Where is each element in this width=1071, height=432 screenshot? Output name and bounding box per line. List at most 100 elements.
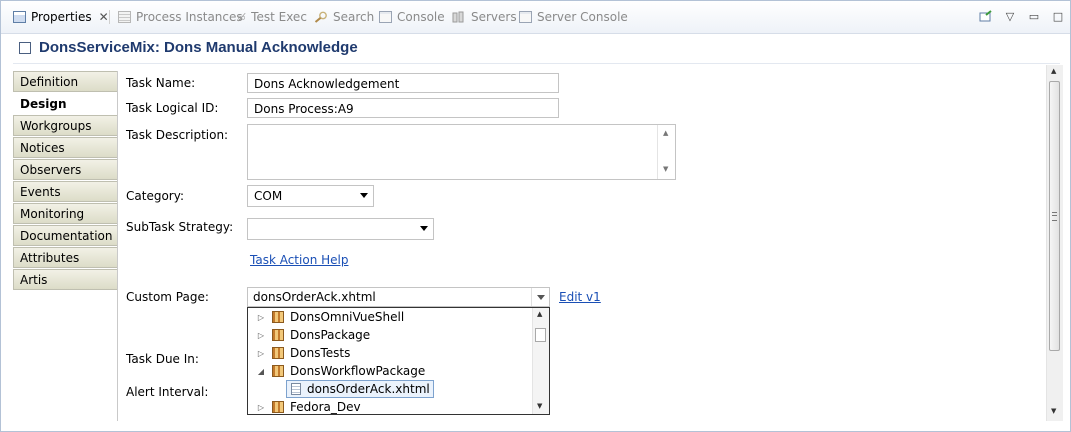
tab-label: Properties: [31, 10, 92, 24]
tab-label: Test Exec: [251, 10, 307, 24]
custom-page-dropdown-button[interactable]: [531, 288, 549, 306]
pin-view-button[interactable]: [974, 5, 998, 27]
scrollbar-thumb[interactable]: [535, 328, 546, 342]
scroll-down-icon[interactable]: ▼: [663, 165, 668, 173]
tab-servers[interactable]: Servers: [452, 7, 517, 27]
expand-arrow-icon[interactable]: ▷: [256, 313, 266, 322]
nav-item-attributes[interactable]: Attributes: [13, 247, 118, 268]
textarea-scrollbar[interactable]: ▲ ▼: [657, 125, 675, 179]
server-console-icon: [519, 11, 532, 23]
scroll-up-icon[interactable]: ▲: [1051, 67, 1056, 75]
package-icon: [272, 401, 284, 413]
subtask-strategy-label: SubTask Strategy:: [126, 220, 234, 234]
search-icon: [314, 11, 327, 23]
tree-item-label: DonsPackage: [290, 328, 371, 342]
custom-page-label: Custom Page:: [126, 290, 209, 304]
expand-arrow-icon[interactable]: ▷: [256, 349, 266, 358]
collapse-arrow-icon[interactable]: ◢: [256, 367, 266, 376]
tab-label: Servers: [471, 10, 517, 24]
tree-item-label: DonsOmniVueShell: [290, 310, 405, 324]
tab-label: Console: [397, 10, 445, 24]
scroll-down-icon[interactable]: ▼: [537, 402, 542, 410]
nav-item-monitoring[interactable]: Monitoring: [13, 203, 118, 224]
expand-arrow-icon[interactable]: ▷: [256, 403, 266, 412]
minimize-button[interactable]: ▭: [1022, 5, 1046, 27]
page-title-text: DonsServiceMix: Dons Manual Acknowledge: [39, 39, 358, 56]
grip-icon: [1052, 212, 1057, 221]
tab-search[interactable]: Search: [314, 7, 374, 27]
scroll-up-icon[interactable]: ▲: [663, 129, 668, 137]
custom-page-value: donsOrderAck.xhtml: [253, 290, 376, 304]
tab-console[interactable]: Console: [379, 7, 445, 27]
tree-item-label: Fedora_Dev: [290, 400, 361, 414]
task-action-help-link[interactable]: Task Action Help: [250, 253, 348, 267]
chevron-down-icon: [420, 226, 428, 231]
tab-server-console[interactable]: Server Console: [519, 7, 628, 27]
category-value: COM: [254, 189, 283, 203]
view-tab-bar: Properties ✕ Process Instances ∞̸ Test E…: [1, 1, 1070, 34]
tree-item-label: DonsWorkflowPackage: [290, 364, 426, 378]
tree-item-selected[interactable]: donsOrderAck.xhtml: [286, 380, 434, 398]
title-divider: [13, 63, 1060, 64]
task-description-textarea[interactable]: ▲ ▼: [247, 124, 676, 180]
task-logical-id-label: Task Logical ID:: [126, 101, 219, 115]
nav-item-observers[interactable]: Observers: [13, 159, 118, 180]
menu-chevron-icon: ▽: [1005, 9, 1015, 23]
custom-page-tree[interactable]: ▷ DonsOmniVueShell ▷ DonsPackage ▷ DonsT…: [247, 307, 550, 415]
tab-separator: [109, 10, 110, 24]
category-select[interactable]: COM: [247, 185, 374, 207]
chevron-down-icon: [360, 193, 368, 198]
task-description-label: Task Description:: [126, 128, 229, 142]
pin-icon: [979, 10, 992, 22]
task-name-input[interactable]: Dons Acknowledgement: [247, 73, 559, 93]
task-due-in-label: Task Due In:: [126, 352, 199, 366]
tab-label: Server Console: [537, 10, 628, 24]
nav-item-workgroups[interactable]: Workgroups: [13, 115, 118, 136]
maximize-button[interactable]: □: [1046, 5, 1070, 27]
task-icon: [19, 41, 31, 54]
task-name-label: Task Name:: [126, 76, 196, 90]
expand-arrow-icon[interactable]: ▷: [256, 331, 266, 340]
tab-properties[interactable]: Properties ✕: [13, 7, 109, 27]
properties-view: Properties ✕ Process Instances ∞̸ Test E…: [0, 0, 1071, 432]
tab-test-exec[interactable]: ∞̸ Test Exec: [237, 7, 307, 27]
tree-item[interactable]: ▷ DonsOmniVueShell: [248, 308, 404, 326]
package-icon: [272, 329, 284, 341]
nav-item-events[interactable]: Events: [13, 181, 118, 202]
tab-process-instances[interactable]: Process Instances: [118, 7, 243, 27]
task-logical-id-input[interactable]: Dons Process:A9: [247, 98, 559, 118]
category-label: Category:: [126, 189, 184, 203]
alert-interval-label: Alert Interval:: [126, 385, 209, 399]
tree-scrollbar[interactable]: ▲ ▼: [532, 308, 549, 414]
file-icon: [291, 383, 301, 395]
view-toolbar: ▽ ▭ □: [974, 5, 1070, 27]
package-icon: [272, 347, 284, 359]
tree-item[interactable]: ▷ Fedora_Dev: [248, 398, 361, 414]
tree-item[interactable]: ▷ DonsPackage: [248, 326, 370, 344]
scroll-up-icon[interactable]: ▲: [537, 310, 542, 318]
tree-item[interactable]: ◢ DonsWorkflowPackage: [248, 362, 425, 380]
test-exec-icon: ∞̸: [237, 10, 247, 24]
scrollbar-thumb[interactable]: [1049, 81, 1060, 351]
nav-item-documentation[interactable]: Documentation: [13, 225, 118, 246]
package-icon: [272, 365, 284, 377]
chevron-down-icon: [536, 294, 545, 300]
tree-item-label: DonsTests: [290, 346, 351, 360]
nav-item-definition[interactable]: Definition: [13, 71, 118, 92]
tab-label: Process Instances: [136, 10, 243, 24]
nav-item-artis[interactable]: Artis: [13, 269, 118, 290]
subtask-strategy-select[interactable]: [247, 218, 434, 240]
custom-page-combo[interactable]: donsOrderAck.xhtml: [247, 287, 550, 307]
view-menu-button[interactable]: ▽: [998, 5, 1022, 27]
scroll-down-icon[interactable]: ▼: [1051, 407, 1056, 415]
maximize-icon: □: [1052, 9, 1064, 23]
properties-icon: [13, 11, 26, 23]
edit-custom-page-link[interactable]: Edit v1: [559, 290, 601, 304]
nav-item-notices[interactable]: Notices: [13, 137, 118, 158]
package-icon: [272, 311, 284, 323]
main-scrollbar[interactable]: ▲ ▼: [1046, 65, 1063, 421]
minimize-icon: ▭: [1028, 9, 1040, 23]
nav-item-design[interactable]: Design: [13, 93, 118, 114]
tree-item[interactable]: ▷ DonsTests: [248, 344, 350, 362]
close-icon[interactable]: ✕: [99, 10, 109, 24]
